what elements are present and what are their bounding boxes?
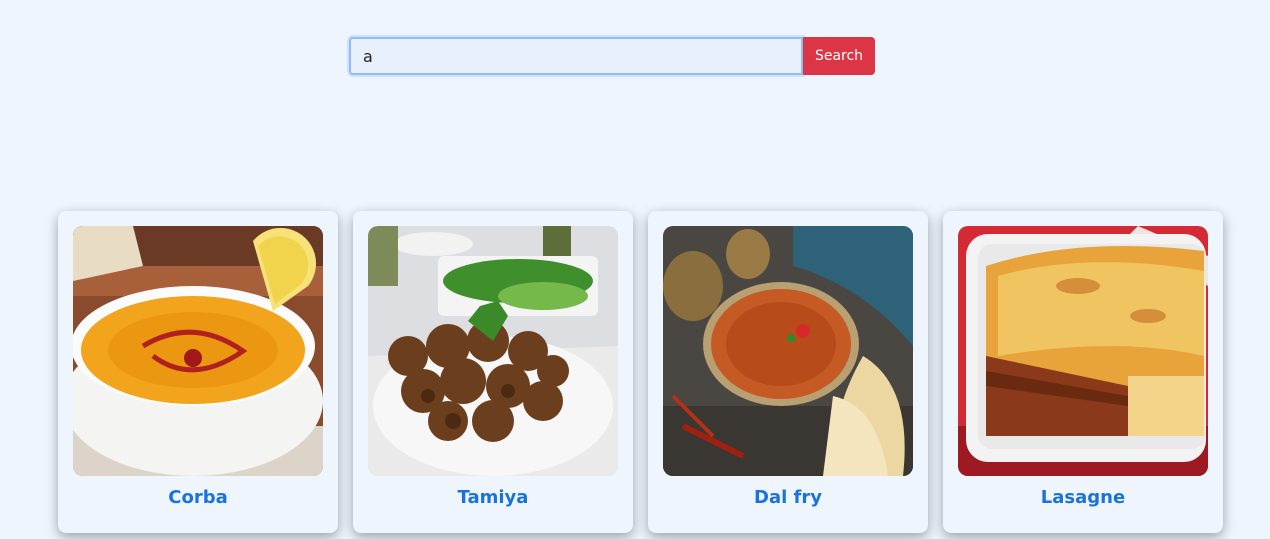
meal-card[interactable]: Dal fry (648, 211, 928, 533)
meal-name: Corba (168, 487, 228, 508)
meal-card[interactable]: Lasagne (943, 211, 1223, 533)
meal-grid: Corba Tamiya Dal fry Lasagne (58, 211, 1223, 533)
meal-card[interactable]: Corba (58, 211, 338, 533)
search-bar: Search (349, 37, 875, 75)
falafel-image (368, 226, 618, 476)
meal-card[interactable]: Tamiya (353, 211, 633, 533)
meal-name: Dal fry (754, 487, 822, 508)
meal-name: Lasagne (1040, 487, 1126, 508)
meal-name: Tamiya (457, 487, 529, 508)
search-input[interactable] (349, 37, 803, 75)
search-button[interactable]: Search (803, 37, 875, 75)
dal-fry-image (663, 226, 913, 476)
lasagne-image (958, 226, 1208, 476)
lentil-soup-image (73, 226, 323, 476)
